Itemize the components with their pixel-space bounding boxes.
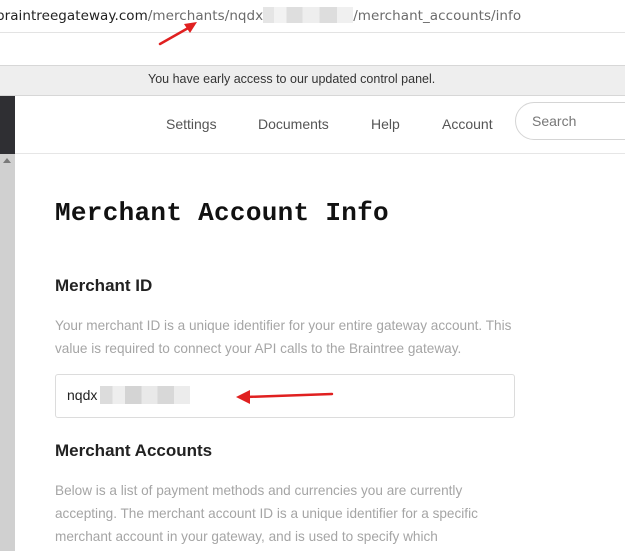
redacted-url-segment (263, 7, 354, 23)
address-bar[interactable]: braintreegateway.com/merchants/nqdx/merc… (0, 0, 625, 33)
url-path-suffix: /merchant_accounts/info (353, 8, 522, 24)
merchant-id-description: Your merchant ID is a unique identifier … (55, 318, 512, 356)
banner-text: You have early access to our updated con… (148, 72, 436, 86)
search-input[interactable] (515, 102, 625, 140)
sidebar-scrollbar[interactable] (0, 154, 15, 551)
toolbar-spacer (0, 33, 625, 65)
nav-settings[interactable]: Settings (166, 116, 217, 132)
nav-documents[interactable]: Documents (258, 116, 329, 132)
merchant-id-value: nqdx (67, 387, 98, 403)
page-title: Merchant Account Info (55, 198, 389, 228)
main-content: Merchant Account Info Merchant ID Your m… (15, 154, 625, 551)
nav-account[interactable]: Account (442, 116, 493, 132)
url-text[interactable]: braintreegateway.com/merchants/nqdx/merc… (0, 7, 521, 24)
merchant-accounts-description: Below is a list of payment methods and c… (55, 483, 478, 544)
top-nav: Settings Documents Help Account (15, 96, 625, 154)
merchant-id-heading: Merchant ID (55, 276, 153, 295)
early-access-banner: You have early access to our updated con… (0, 65, 625, 96)
nav-help[interactable]: Help (371, 116, 400, 132)
merchant-id-field[interactable]: nqdx (55, 374, 515, 418)
url-path-prefix: /merchants/ (147, 8, 230, 24)
redacted-merchant-id (100, 386, 190, 404)
sidebar-dark-strip (0, 96, 15, 154)
scroll-up-icon[interactable] (3, 158, 11, 163)
merchant-accounts-heading: Merchant Accounts (55, 441, 213, 460)
url-merchant-id: nqdx (229, 8, 264, 24)
url-host: braintreegateway.com (0, 8, 148, 24)
